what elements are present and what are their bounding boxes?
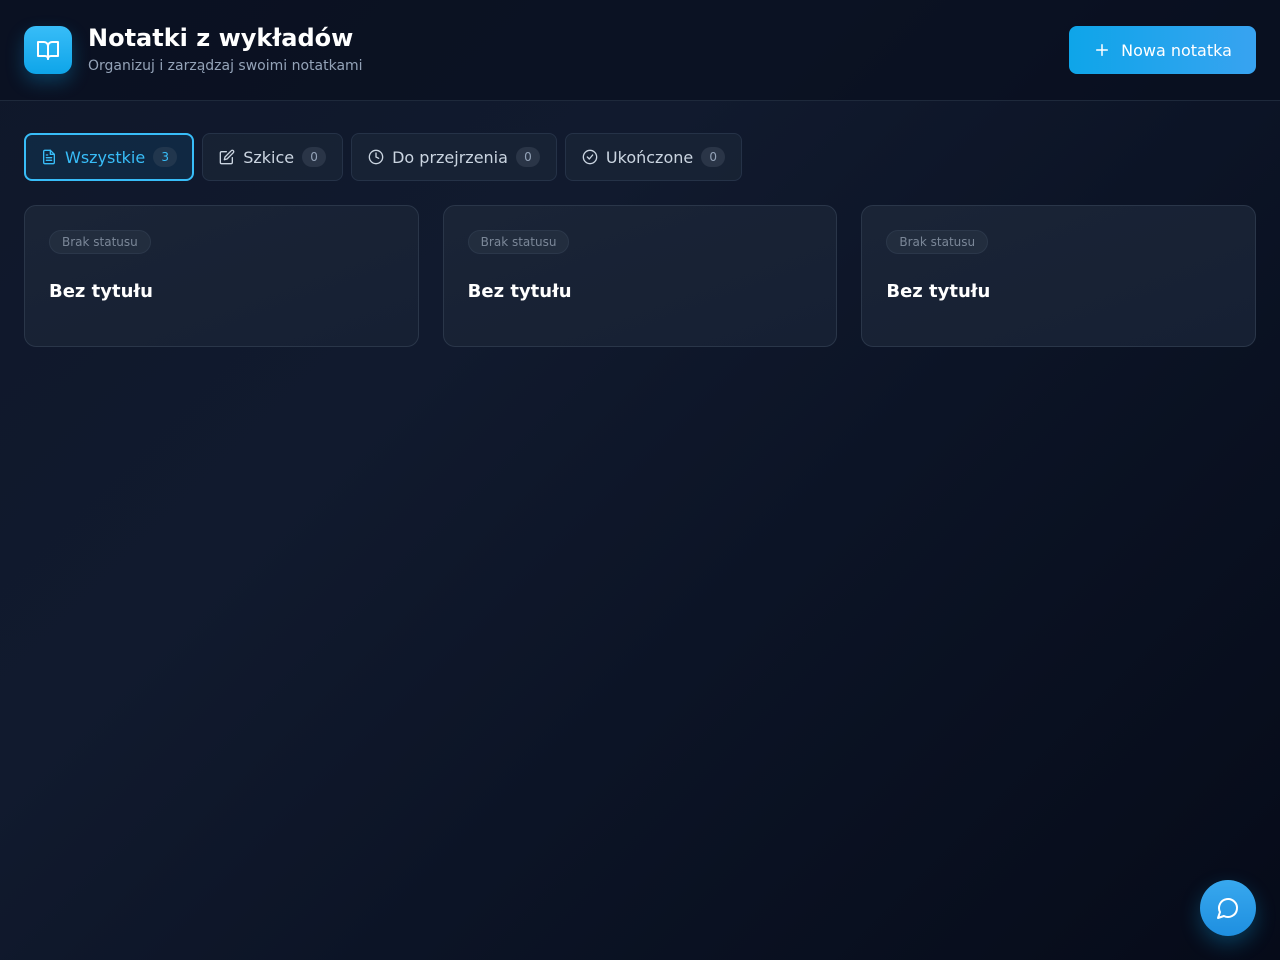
note-card[interactable]: Brak statusu Bez tytułu <box>442 205 838 347</box>
status-tabs: Wszystkie 3 Szkice 0 Do przejrzenia 0 Uk… <box>24 133 743 181</box>
tab-label: Szkice <box>243 147 295 167</box>
note-card[interactable]: Brak statusu Bez tytułu <box>861 205 1257 347</box>
page-subtitle: Organizuj i zarządzaj swoimi notatkami <box>88 58 363 74</box>
tab-all[interactable]: Wszystkie 3 <box>24 133 195 181</box>
tab-count-badge: 3 <box>153 147 178 167</box>
app-header: Notatki z wykładów Organizuj i zarządzaj… <box>0 0 1280 101</box>
tab-count-badge: 0 <box>302 147 327 167</box>
file-text-icon <box>41 149 57 165</box>
status-badge: Brak statusu <box>49 230 151 254</box>
message-circle-icon <box>1216 896 1240 920</box>
check-circle-icon <box>582 149 598 165</box>
tab-label: Ukończone <box>605 147 694 167</box>
new-note-button[interactable]: Nowa notatka <box>1069 26 1256 74</box>
note-title: Bez tytułu <box>49 281 153 302</box>
tab-drafts[interactable]: Szkice 0 <box>202 133 344 181</box>
notes-grid: Brak statusu Bez tytułu Brak statusu Bez… <box>24 205 1257 347</box>
page-title: Notatki z wykładów <box>88 24 354 52</box>
note-title: Bez tytułu <box>886 281 991 302</box>
edit-icon <box>219 149 235 165</box>
tab-label: Do przejrzenia <box>392 147 508 167</box>
status-badge: Brak statusu <box>886 230 989 254</box>
chat-button[interactable] <box>1200 880 1256 936</box>
status-badge: Brak statusu <box>467 230 570 254</box>
tab-review[interactable]: Do przejrzenia 0 <box>351 133 557 181</box>
note-card[interactable]: Brak statusu Bez tytułu <box>24 205 419 347</box>
note-title: Bez tytułu <box>467 281 572 302</box>
tab-completed[interactable]: Ukończone 0 <box>564 133 743 181</box>
tab-count-badge: 0 <box>701 147 726 167</box>
book-open-icon <box>36 38 60 62</box>
tab-label: Wszystkie <box>65 147 146 167</box>
app-logo <box>24 26 72 74</box>
new-note-label: Nowa notatka <box>1121 40 1232 60</box>
tab-count-badge: 0 <box>515 147 540 167</box>
plus-icon <box>1093 41 1111 59</box>
clock-icon <box>368 149 384 165</box>
